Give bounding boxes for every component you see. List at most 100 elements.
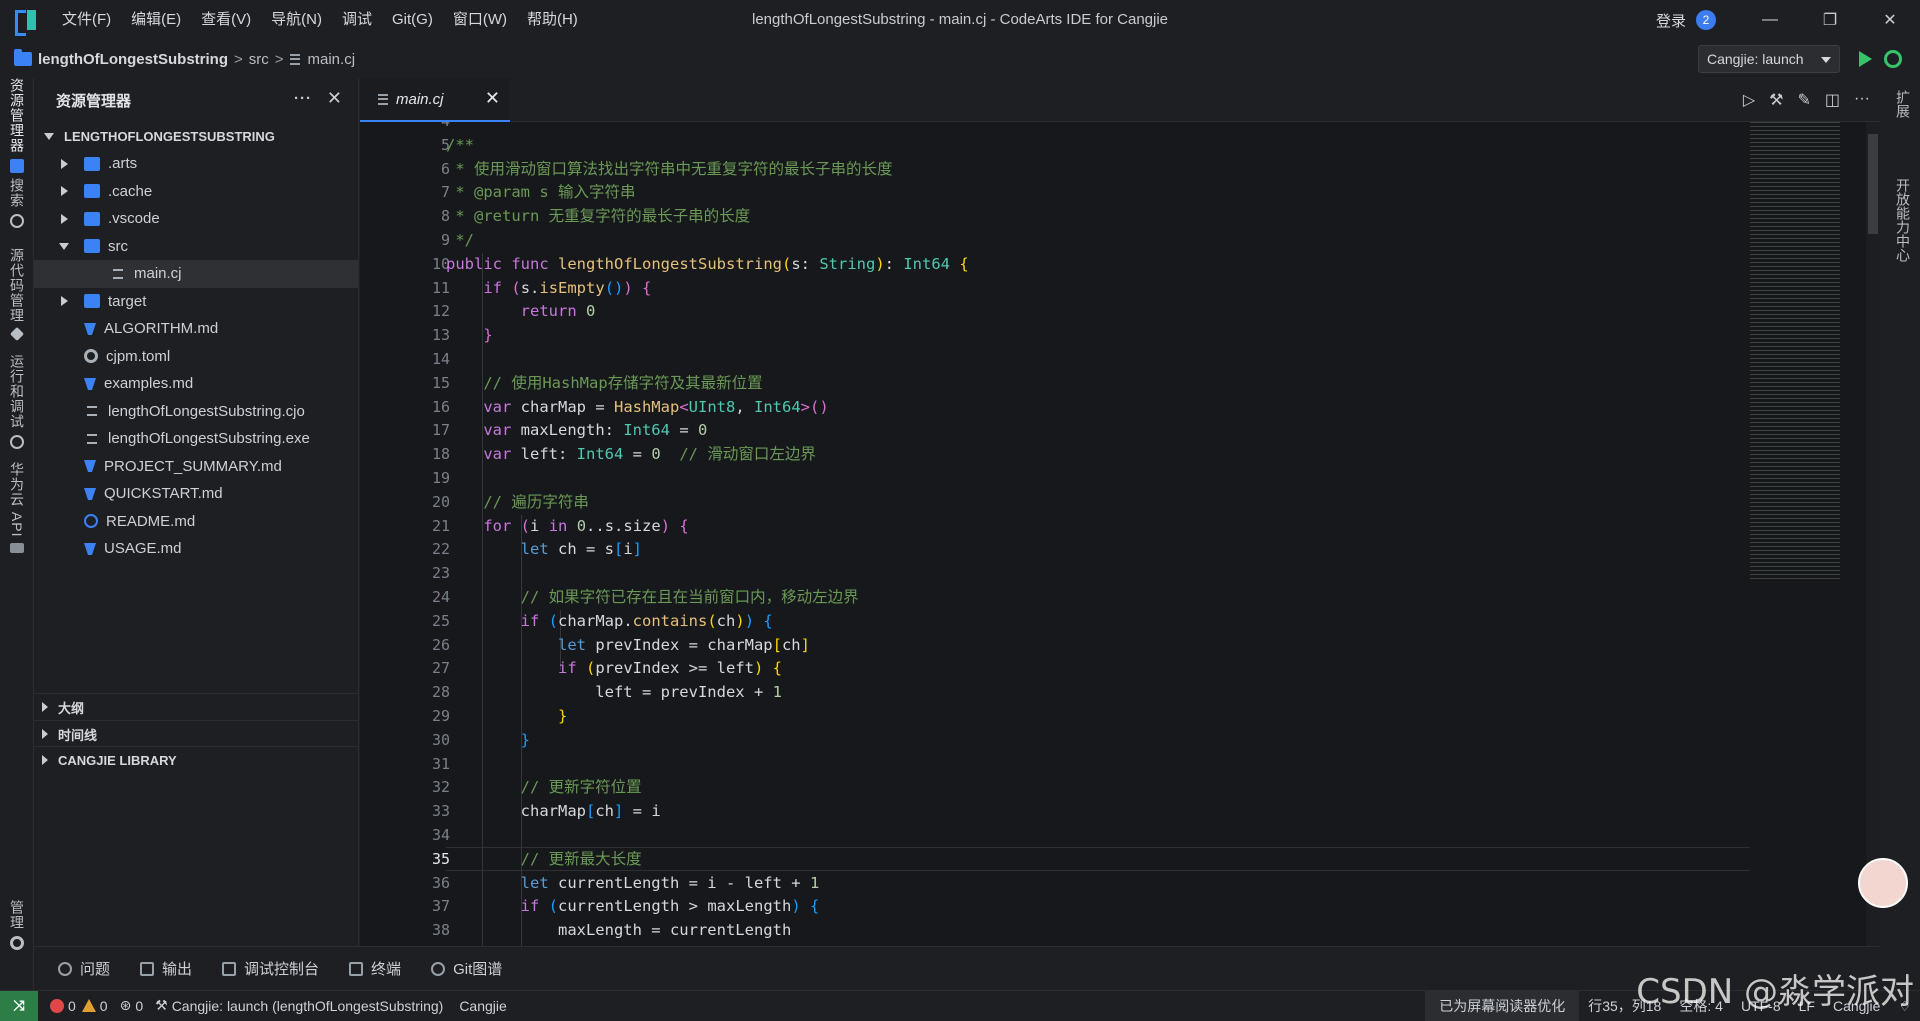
code-line[interactable]: public func lengthOfLongestSubstring(s: …: [446, 253, 969, 277]
build-icon[interactable]: ⚒: [1769, 90, 1783, 110]
tree-item[interactable]: cjpm.toml: [34, 343, 358, 371]
code-line[interactable]: * @return 无重复字符的最长子串的长度: [446, 205, 750, 229]
edit-icon[interactable]: ✎: [1797, 90, 1810, 110]
tab-output[interactable]: 输出: [140, 958, 192, 979]
menu-navigate[interactable]: 导航(N): [261, 0, 332, 40]
code-line[interactable]: * 使用滑动窗口算法找出字符串中无重复字符的最长子串的长度: [446, 158, 892, 182]
code-line[interactable]: let prevIndex = charMap[ch]: [446, 634, 810, 658]
login-button[interactable]: 登录: [1656, 10, 1686, 31]
code-line[interactable]: // 遍历字符串: [446, 491, 589, 515]
launch-config-select[interactable]: Cangjie: launch: [1698, 45, 1840, 73]
code-line[interactable]: }: [446, 729, 530, 753]
tree-item[interactable]: lengthOfLongestSubstring.exe: [34, 425, 358, 453]
menu-file[interactable]: 文件(F): [52, 0, 121, 40]
assistant-avatar[interactable]: [1858, 858, 1908, 908]
run-button[interactable]: [1859, 51, 1872, 67]
vertical-scrollbar[interactable]: [1866, 122, 1880, 946]
tab-git-graph[interactable]: Git图谱: [431, 958, 502, 979]
close-window-button[interactable]: ✕: [1860, 0, 1920, 40]
breadcrumb-file[interactable]: main.cj: [308, 51, 356, 68]
minimize-button[interactable]: —: [1740, 0, 1800, 40]
restore-button[interactable]: ❐: [1800, 0, 1860, 40]
menu-git[interactable]: Git(G): [382, 0, 443, 40]
minimap[interactable]: [1750, 122, 1840, 582]
activity-search[interactable]: 搜索: [0, 178, 34, 228]
tab-debug-console[interactable]: 调试控制台: [222, 958, 319, 979]
code-line[interactable]: if (prevIndex >= left) {: [446, 657, 782, 681]
more-actions-icon[interactable]: ···: [294, 90, 312, 107]
code-line[interactable]: // 更新字符位置: [446, 776, 642, 800]
close-tab-icon[interactable]: ✕: [485, 88, 500, 109]
code-line[interactable]: return 0: [446, 300, 596, 324]
code-editor[interactable]: 45 6 7 8 9 10 11 12 13 14 15 16 17 18 19 20 21 22 23 24 25 26…: [360, 122, 1880, 946]
code-line[interactable]: // 使用HashMap存储字符及其最新位置: [446, 372, 762, 396]
code-line[interactable]: maxLength = currentLength: [446, 919, 791, 943]
tree-item[interactable]: src: [34, 233, 358, 261]
activity-explorer[interactable]: 资源管理器: [0, 78, 34, 173]
menu-edit[interactable]: 编辑(E): [121, 0, 191, 40]
menu-debug[interactable]: 调试: [332, 0, 382, 40]
breadcrumb-folder[interactable]: src: [249, 51, 269, 68]
split-editor-icon[interactable]: ◫: [1825, 90, 1840, 110]
debug-button[interactable]: [1884, 50, 1902, 68]
more-actions-icon[interactable]: ···: [1854, 90, 1870, 110]
code-line[interactable]: left = prevIndex + 1: [446, 681, 782, 705]
activity-scm[interactable]: 源代码管理: [0, 248, 34, 342]
menu-view[interactable]: 查看(V): [191, 0, 261, 40]
screen-reader-status[interactable]: 已为屏幕阅读器优化: [1425, 991, 1580, 1021]
section-outline[interactable]: 大纲: [34, 693, 359, 720]
tree-item[interactable]: examples.md: [34, 370, 358, 398]
activity-run-debug[interactable]: 运行和调试: [0, 354, 34, 449]
tab-problems[interactable]: 问题: [58, 958, 110, 979]
tree-item[interactable]: .cache: [34, 178, 358, 206]
code-line[interactable]: var charMap = HashMap<UInt8, Int64>(): [446, 396, 828, 420]
language-server-status[interactable]: Cangjie: [459, 998, 506, 1014]
launch-status[interactable]: ⚒ Cangjie: launch (lengthOfLongestSubstr…: [155, 997, 443, 1014]
code-line[interactable]: if (currentLength > maxLength) {: [446, 895, 820, 919]
tree-item[interactable]: target: [34, 288, 358, 316]
open-center-button[interactable]: 开放能力中心: [1886, 178, 1920, 262]
code-line[interactable]: /**: [446, 134, 474, 158]
tree-item[interactable]: .arts: [34, 150, 358, 178]
remote-indicator[interactable]: ⤨: [0, 990, 38, 1021]
menu-window[interactable]: 窗口(W): [443, 0, 517, 40]
code-line[interactable]: if (charMap.contains(ch)) {: [446, 610, 773, 634]
tree-item[interactable]: USAGE.md: [34, 535, 358, 563]
ports-status[interactable]: ⊛ 0: [120, 997, 144, 1014]
code-line[interactable]: var maxLength: Int64 = 0: [446, 419, 707, 443]
code-line[interactable]: for (i in 0..s.size) {: [446, 515, 688, 539]
activity-huawei-api[interactable]: 华为云 API: [0, 462, 34, 554]
menu-help[interactable]: 帮助(H): [517, 0, 588, 40]
problems-status[interactable]: 0 0: [50, 998, 108, 1014]
code-line[interactable]: // 如果字符已存在且在当前窗口内，移动左边界: [446, 586, 859, 610]
code-line[interactable]: let currentLength = i - left + 1: [446, 872, 820, 896]
code-line[interactable]: * @param s 输入字符串: [446, 181, 635, 205]
scrollbar-thumb[interactable]: [1868, 134, 1878, 234]
code-line[interactable]: var left: Int64 = 0 // 滑动窗口左边界: [446, 443, 816, 467]
run-file-icon[interactable]: ▷: [1743, 90, 1755, 110]
tree-item[interactable]: README.md: [34, 508, 358, 536]
extensions-panel-button[interactable]: 扩展: [1886, 90, 1920, 118]
code-line[interactable]: }: [446, 705, 567, 729]
section-timeline[interactable]: 时间线: [34, 720, 359, 747]
project-root[interactable]: LENGTHOFLONGESTSUBSTRING: [34, 122, 358, 150]
code-line[interactable]: }: [446, 324, 492, 348]
close-icon[interactable]: ✕: [327, 88, 342, 109]
code-line[interactable]: if (s.isEmpty()) {: [446, 277, 651, 301]
tree-item[interactable]: lengthOfLongestSubstring.cjo: [34, 398, 358, 426]
tab-main-cj[interactable]: main.cj ✕: [360, 78, 510, 122]
tree-item[interactable]: QUICKSTART.md: [34, 480, 358, 508]
code-line[interactable]: charMap[ch] = i: [446, 800, 661, 824]
section-cangjie-library[interactable]: CANGJIE LIBRARY: [34, 746, 359, 773]
activity-manage[interactable]: 管理: [0, 900, 34, 950]
notification-badge[interactable]: 2: [1696, 10, 1716, 30]
tree-item[interactable]: .vscode: [34, 205, 358, 233]
code-line[interactable]: */: [446, 229, 474, 253]
tree-item[interactable]: main.cj: [34, 260, 358, 288]
tree-item[interactable]: ALGORITHM.md: [34, 315, 358, 343]
code-line[interactable]: let ch = s[i]: [446, 538, 642, 562]
breadcrumb-project[interactable]: lengthOfLongestSubstring: [38, 51, 228, 68]
code-line[interactable]: // 更新最大长度: [446, 848, 642, 872]
tab-terminal[interactable]: 终端: [349, 958, 401, 979]
tree-item[interactable]: PROJECT_SUMMARY.md: [34, 453, 358, 481]
